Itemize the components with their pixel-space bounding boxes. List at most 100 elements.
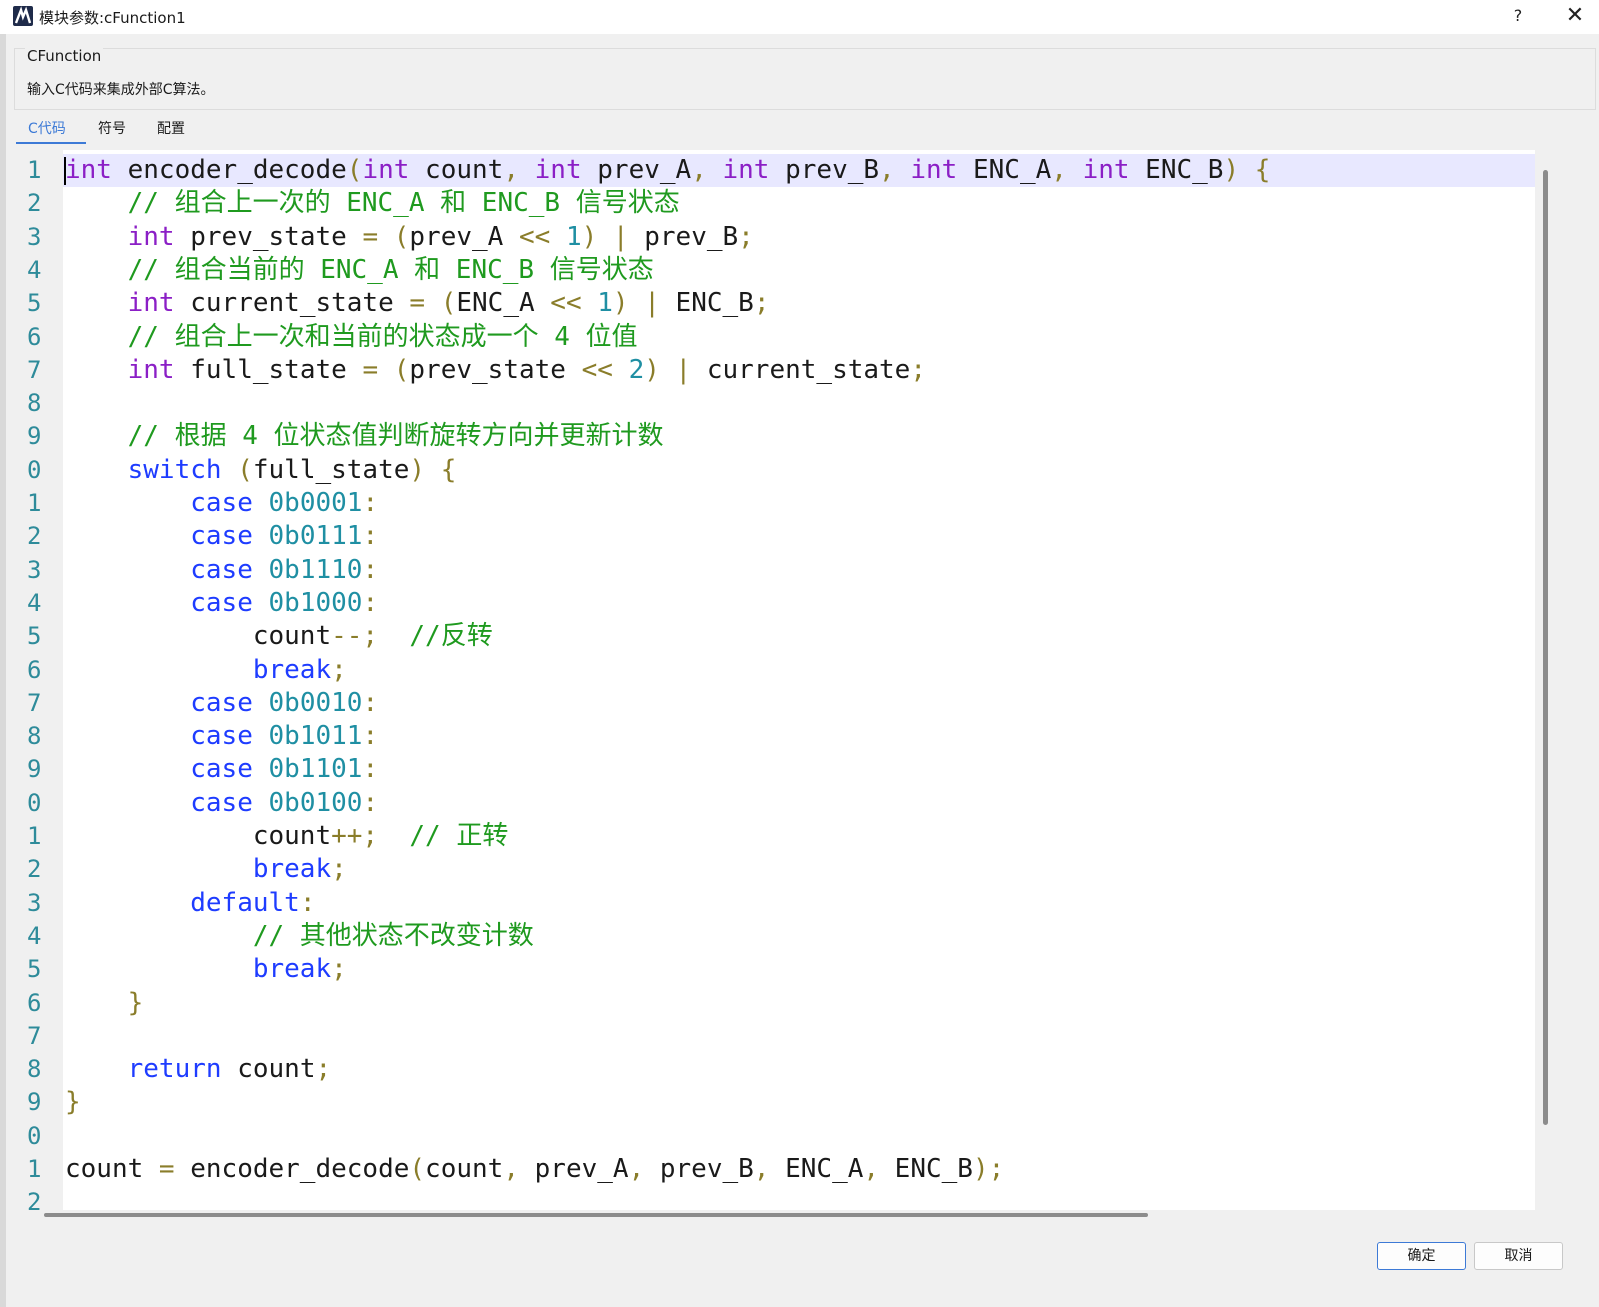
code-line: case 0b0100: <box>65 787 378 820</box>
text-caret <box>64 157 66 185</box>
code-token: case <box>190 754 253 785</box>
code-token: , <box>879 155 895 185</box>
code-token: 1 <box>597 288 613 319</box>
code-token: prev_B <box>644 1154 754 1184</box>
code-token: break <box>252 854 332 885</box>
code-token: 0b0010 <box>268 687 363 718</box>
code-token: prev_A <box>518 1154 629 1184</box>
line-number: 1 <box>27 1155 42 1183</box>
code-token: ; <box>362 821 379 851</box>
code-token: = <box>362 354 379 385</box>
code-token: , <box>753 1154 770 1184</box>
horizontal-scrollbar-thumb[interactable] <box>44 1213 1148 1217</box>
code-token: = <box>362 221 379 252</box>
code-line: return count; <box>65 1053 332 1086</box>
line-number-gutter: 1 2 3 4 5 6 7 8 9 0 1 2 3 4 5 6 7 8 9 0 1 2 3 4 5 6 7 8 9 0 1 2 <box>25 150 63 1210</box>
line-number: 3 <box>27 555 42 584</box>
line-number: 0 <box>27 1121 42 1150</box>
code-token: ENC_A <box>456 288 551 319</box>
code-line: case 0b0111: <box>65 520 378 553</box>
line-number: 6 <box>27 322 42 351</box>
code-line: default: <box>65 887 315 920</box>
code-token: ++ <box>331 821 363 851</box>
cancel-button[interactable]: 取消 <box>1474 1242 1563 1270</box>
code-token: , <box>691 155 707 185</box>
code-token: , <box>503 155 519 185</box>
code-token: case <box>190 587 253 618</box>
code-token: // 组合上一次和当前的状态成一个 4 位值 <box>65 321 638 352</box>
code-token: ( <box>393 221 410 252</box>
code-token: prev_state <box>174 221 363 252</box>
code-line: count++; // 正转 <box>65 820 509 853</box>
line-number: 3 <box>27 888 42 917</box>
code-line: int full_state = (prev_state << 2) | cur… <box>65 354 926 387</box>
line-number: 7 <box>27 355 42 384</box>
code-editor[interactable]: 1 2 3 4 5 6 7 8 9 0 1 2 3 4 5 6 7 8 9 0 1 2 3 4 5 6 7 8 9 0 1 2 int enc… <box>25 150 1535 1210</box>
code-token: // 正转 <box>378 821 509 851</box>
line-number: 0 <box>27 455 42 484</box>
code-token: ENC_B <box>879 1154 973 1184</box>
code-token: ; <box>315 1054 332 1085</box>
code-token: 0b1101 <box>268 754 363 785</box>
code-line: break; <box>65 853 347 886</box>
line-number: 5 <box>27 622 42 651</box>
line-number: 4 <box>27 921 42 950</box>
line-number: 9 <box>27 755 42 784</box>
line-number: 2 <box>27 189 42 218</box>
code-token: ; <box>331 954 347 985</box>
code-line: break; <box>65 953 347 986</box>
tab-symbols[interactable]: 符号 <box>98 118 126 138</box>
code-token: ENC_B <box>1129 155 1224 185</box>
code-token: ENC_B <box>659 288 754 319</box>
code-token: : <box>299 887 316 918</box>
code-token: 0b0111 <box>268 521 363 552</box>
code-token: ) <box>612 288 629 319</box>
code-token: : <box>362 521 379 552</box>
tab-c-code[interactable]: C代码 <box>28 118 66 138</box>
help-button[interactable]: ? <box>1495 0 1541 34</box>
line-number: 9 <box>27 1088 42 1117</box>
line-number: 0 <box>27 788 42 817</box>
code-token: int <box>534 155 582 185</box>
code-token: encoder_decode <box>111 155 347 185</box>
code-token: //反转 <box>378 621 493 652</box>
line-number: 2 <box>27 1188 42 1210</box>
code-token: : <box>362 488 379 518</box>
code-line: // 组合上一次的 ENC_A 和 ENC_B 信号状态 <box>65 187 680 220</box>
line-number: 8 <box>27 389 42 418</box>
tab-bar: C代码 符号 配置 <box>14 115 314 145</box>
close-button[interactable]: ✕ <box>1552 0 1598 34</box>
code-token: count <box>425 1154 504 1184</box>
code-token: } <box>127 987 144 1018</box>
code-token: 1 <box>565 221 582 252</box>
vertical-scrollbar-thumb[interactable] <box>1543 170 1548 1125</box>
tab-config[interactable]: 配置 <box>157 118 185 138</box>
code-token: 0b1110 <box>268 554 363 585</box>
code-line: } <box>65 987 144 1020</box>
code-line: switch (full_state) { <box>65 454 457 487</box>
code-line: // 组合当前的 ENC_A 和 ENC_B 信号状态 <box>65 254 654 287</box>
code-token: int <box>722 155 770 185</box>
code-line: int current_state = (ENC_A << 1) | ENC_B… <box>65 287 770 320</box>
code-line: count--; //反转 <box>65 620 493 653</box>
code-token: ENC_A <box>769 1154 864 1184</box>
line-number: 1 <box>27 822 42 850</box>
code-token: ; <box>738 221 754 252</box>
group-title: CFunction <box>25 47 104 65</box>
ok-button[interactable]: 确定 <box>1377 1242 1466 1270</box>
